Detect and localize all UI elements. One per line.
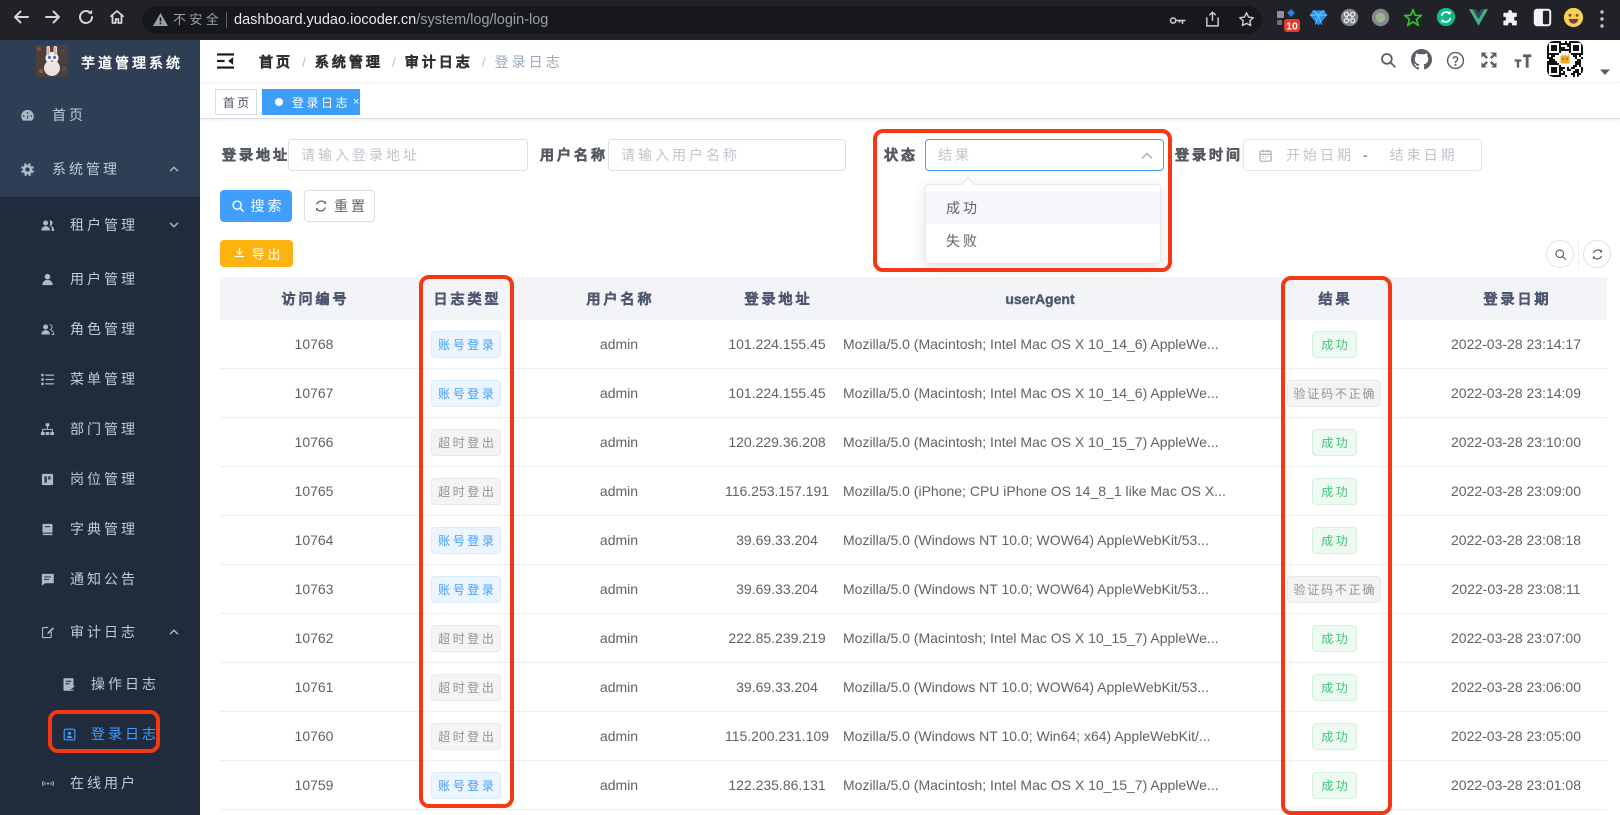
svg-text:10: 10: [1286, 21, 1298, 33]
